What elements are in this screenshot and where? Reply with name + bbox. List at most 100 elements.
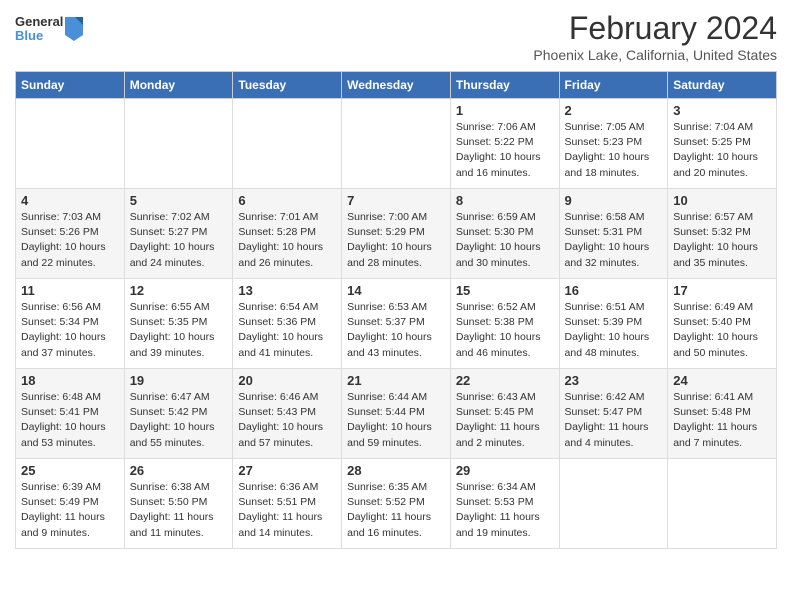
header-day-monday: Monday — [124, 72, 233, 99]
day-number: 26 — [130, 463, 228, 478]
day-info: Sunrise: 6:49 AM Sunset: 5:40 PM Dayligh… — [673, 300, 771, 361]
page-subtitle: Phoenix Lake, California, United States — [533, 47, 777, 63]
calendar-header-row: SundayMondayTuesdayWednesdayThursdayFrid… — [16, 72, 777, 99]
day-number: 6 — [238, 193, 336, 208]
calendar-cell — [124, 99, 233, 189]
calendar-cell: 24Sunrise: 6:41 AM Sunset: 5:48 PM Dayli… — [668, 369, 777, 459]
calendar-cell — [559, 459, 668, 549]
logo-text: General Blue — [15, 15, 63, 44]
calendar-week-2: 11 Sunrise: 6:56 AM Sunset: 5:34 PM Dayli… — [16, 279, 777, 369]
logo-icon — [63, 15, 85, 43]
day-info: Sunrise: 7:02 AM Sunset: 5:27 PM Dayligh… — [130, 210, 228, 271]
day-info: Sunrise: 6:43 AM Sunset: 5:45 PM Dayligh… — [456, 390, 554, 451]
day-number: 5 — [130, 193, 228, 208]
day-number: 8 — [456, 193, 554, 208]
day-info: Sunrise: 6:42 AM Sunset: 5:47 PM Dayligh… — [565, 390, 663, 451]
header-day-wednesday: Wednesday — [342, 72, 451, 99]
header-day-tuesday: Tuesday — [233, 72, 342, 99]
calendar-week-3: 18 Sunrise: 6:48 AM Sunset: 5:41 PM Dayli… — [16, 369, 777, 459]
day-info: Sunrise: 6:57 AM Sunset: 5:32 PM Dayligh… — [673, 210, 771, 271]
day-info: Sunrise: 6:41 AM Sunset: 5:48 PM Dayligh… — [673, 390, 771, 451]
day-info: Sunrise: 6:47 AM Sunset: 5:42 PM Dayligh… — [130, 390, 228, 451]
day-number: 28 — [347, 463, 445, 478]
day-number: 18 — [21, 373, 119, 388]
calendar-week-1: 4 Sunrise: 7:03 AM Sunset: 5:26 PM Daylig… — [16, 189, 777, 279]
day-number: 29 — [456, 463, 554, 478]
calendar-cell: 3 Sunrise: 7:04 AM Sunset: 5:25 PM Daylig… — [668, 99, 777, 189]
day-info: Sunrise: 6:44 AM Sunset: 5:44 PM Dayligh… — [347, 390, 445, 451]
calendar-cell: 9 Sunrise: 6:58 AM Sunset: 5:31 PM Daylig… — [559, 189, 668, 279]
day-info: Sunrise: 6:48 AM Sunset: 5:41 PM Dayligh… — [21, 390, 119, 451]
day-number: 27 — [238, 463, 336, 478]
day-number: 12 — [130, 283, 228, 298]
day-info: Sunrise: 7:03 AM Sunset: 5:26 PM Dayligh… — [21, 210, 119, 271]
calendar-table: SundayMondayTuesdayWednesdayThursdayFrid… — [15, 71, 777, 549]
day-number: 17 — [673, 283, 771, 298]
calendar-cell: 17 Sunrise: 6:49 AM Sunset: 5:40 PM Dayli… — [668, 279, 777, 369]
day-info: Sunrise: 7:06 AM Sunset: 5:22 PM Dayligh… — [456, 120, 554, 181]
calendar-cell: 10Sunrise: 6:57 AM Sunset: 5:32 PM Dayli… — [668, 189, 777, 279]
day-number: 19 — [130, 373, 228, 388]
day-info: Sunrise: 6:54 AM Sunset: 5:36 PM Dayligh… — [238, 300, 336, 361]
calendar-cell: 16Sunrise: 6:51 AM Sunset: 5:39 PM Dayli… — [559, 279, 668, 369]
calendar-cell: 14 Sunrise: 6:53 AM Sunset: 5:37 PM Dayli… — [342, 279, 451, 369]
day-number: 1 — [456, 103, 554, 118]
day-info: Sunrise: 7:01 AM Sunset: 5:28 PM Dayligh… — [238, 210, 336, 271]
calendar-cell: 7 Sunrise: 7:00 AM Sunset: 5:29 PM Daylig… — [342, 189, 451, 279]
day-info: Sunrise: 6:39 AM Sunset: 5:49 PM Dayligh… — [21, 480, 119, 541]
calendar-cell — [233, 99, 342, 189]
header-day-friday: Friday — [559, 72, 668, 99]
header-day-thursday: Thursday — [450, 72, 559, 99]
day-number: 14 — [347, 283, 445, 298]
calendar-cell: 15Sunrise: 6:52 AM Sunset: 5:38 PM Dayli… — [450, 279, 559, 369]
header: General Blue February 2024 Phoenix Lake,… — [15, 10, 777, 63]
day-number: 4 — [21, 193, 119, 208]
calendar-cell: 6 Sunrise: 7:01 AM Sunset: 5:28 PM Daylig… — [233, 189, 342, 279]
page-title: February 2024 — [533, 10, 777, 47]
calendar-cell: 18 Sunrise: 6:48 AM Sunset: 5:41 PM Dayli… — [16, 369, 125, 459]
day-info: Sunrise: 7:00 AM Sunset: 5:29 PM Dayligh… — [347, 210, 445, 271]
logo: General Blue — [15, 15, 85, 44]
logo-line2: Blue — [15, 29, 63, 43]
day-number: 21 — [347, 373, 445, 388]
header-day-sunday: Sunday — [16, 72, 125, 99]
day-info: Sunrise: 7:04 AM Sunset: 5:25 PM Dayligh… — [673, 120, 771, 181]
day-number: 13 — [238, 283, 336, 298]
calendar-cell: 11 Sunrise: 6:56 AM Sunset: 5:34 PM Dayli… — [16, 279, 125, 369]
calendar-cell: 8Sunrise: 6:59 AM Sunset: 5:30 PM Daylig… — [450, 189, 559, 279]
day-number: 7 — [347, 193, 445, 208]
calendar-cell: 5 Sunrise: 7:02 AM Sunset: 5:27 PM Daylig… — [124, 189, 233, 279]
calendar-cell: 12Sunrise: 6:55 AM Sunset: 5:35 PM Dayli… — [124, 279, 233, 369]
day-number: 9 — [565, 193, 663, 208]
day-number: 22 — [456, 373, 554, 388]
calendar-cell: 25Sunrise: 6:39 AM Sunset: 5:49 PM Dayli… — [16, 459, 125, 549]
day-number: 11 — [21, 283, 119, 298]
day-info: Sunrise: 6:38 AM Sunset: 5:50 PM Dayligh… — [130, 480, 228, 541]
calendar-cell: 13 Sunrise: 6:54 AM Sunset: 5:36 PM Dayli… — [233, 279, 342, 369]
header-day-saturday: Saturday — [668, 72, 777, 99]
calendar-week-4: 25Sunrise: 6:39 AM Sunset: 5:49 PM Dayli… — [16, 459, 777, 549]
day-info: Sunrise: 6:34 AM Sunset: 5:53 PM Dayligh… — [456, 480, 554, 541]
day-info: Sunrise: 6:53 AM Sunset: 5:37 PM Dayligh… — [347, 300, 445, 361]
calendar-cell: 29 Sunrise: 6:34 AM Sunset: 5:53 PM Dayli… — [450, 459, 559, 549]
day-number: 2 — [565, 103, 663, 118]
calendar-cell — [16, 99, 125, 189]
day-info: Sunrise: 6:52 AM Sunset: 5:38 PM Dayligh… — [456, 300, 554, 361]
calendar-cell: 26 Sunrise: 6:38 AM Sunset: 5:50 PM Dayli… — [124, 459, 233, 549]
calendar-cell: 2 Sunrise: 7:05 AM Sunset: 5:23 PM Daylig… — [559, 99, 668, 189]
calendar-cell: 28 Sunrise: 6:35 AM Sunset: 5:52 PM Dayli… — [342, 459, 451, 549]
day-info: Sunrise: 6:36 AM Sunset: 5:51 PM Dayligh… — [238, 480, 336, 541]
day-info: Sunrise: 6:56 AM Sunset: 5:34 PM Dayligh… — [21, 300, 119, 361]
day-info: Sunrise: 6:35 AM Sunset: 5:52 PM Dayligh… — [347, 480, 445, 541]
day-number: 23 — [565, 373, 663, 388]
calendar-cell — [668, 459, 777, 549]
calendar-cell: 20Sunrise: 6:46 AM Sunset: 5:43 PM Dayli… — [233, 369, 342, 459]
calendar-cell: 27 Sunrise: 6:36 AM Sunset: 5:51 PM Dayli… — [233, 459, 342, 549]
calendar-cell: 22 Sunrise: 6:43 AM Sunset: 5:45 PM Dayli… — [450, 369, 559, 459]
day-info: Sunrise: 6:58 AM Sunset: 5:31 PM Dayligh… — [565, 210, 663, 271]
day-number: 16 — [565, 283, 663, 298]
day-info: Sunrise: 7:05 AM Sunset: 5:23 PM Dayligh… — [565, 120, 663, 181]
calendar-cell: 1 Sunrise: 7:06 AM Sunset: 5:22 PM Daylig… — [450, 99, 559, 189]
day-number: 3 — [673, 103, 771, 118]
day-number: 20 — [238, 373, 336, 388]
